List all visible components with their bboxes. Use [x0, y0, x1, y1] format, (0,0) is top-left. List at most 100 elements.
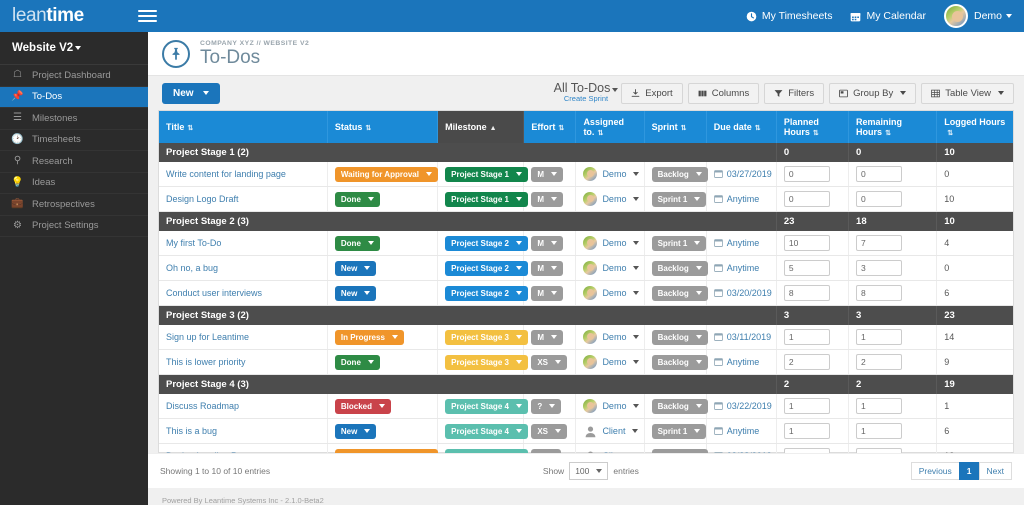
todo-title-link[interactable]: My first To-Do: [166, 238, 221, 248]
create-sprint-link[interactable]: Create Sprint: [554, 94, 619, 103]
milestone-badge[interactable]: Project Stage 2: [445, 285, 528, 301]
sprint-badge[interactable]: Sprint 1: [651, 423, 707, 439]
remaining-hours-input[interactable]: [856, 398, 903, 414]
sidebar-item-project-settings[interactable]: ⚙ Project Settings: [0, 216, 148, 237]
planned-hours-input[interactable]: [783, 166, 830, 182]
effort-badge[interactable]: M: [531, 260, 563, 276]
effort-badge[interactable]: XS: [531, 354, 567, 370]
filters-button[interactable]: Filters: [764, 82, 825, 104]
milestone-badge[interactable]: Project Stage 1: [445, 191, 528, 207]
effort-badge[interactable]: M: [531, 191, 563, 207]
due-date-link[interactable]: 03/22/2019: [713, 401, 772, 412]
sidebar-item-milestones[interactable]: ☰ Milestones: [0, 108, 148, 130]
todo-title-link[interactable]: This is a bug: [166, 426, 217, 436]
assignee-wrap[interactable]: Demo: [583, 261, 640, 275]
column-header-planned-hours[interactable]: Planned Hours ⇅: [776, 111, 850, 143]
milestone-badge[interactable]: Project Stage 2: [445, 235, 528, 251]
sprint-badge[interactable]: Backlog: [651, 354, 708, 370]
remaining-hours-input[interactable]: [856, 166, 903, 182]
my-calendar-link[interactable]: My Calendar: [850, 10, 926, 22]
hamburger-icon[interactable]: [138, 10, 157, 22]
effort-badge[interactable]: ?: [531, 398, 562, 414]
entries-select[interactable]: 100: [569, 462, 609, 480]
column-header-assigned-to[interactable]: Assigned to. ⇅: [575, 111, 645, 143]
todo-title-link[interactable]: Design Logo Draft: [166, 194, 239, 204]
sidebar-item-retrospectives[interactable]: 💼 Retrospectives: [0, 194, 148, 216]
assignee-wrap[interactable]: Demo: [583, 330, 640, 344]
status-badge[interactable]: New: [334, 285, 377, 301]
effort-badge[interactable]: M: [531, 285, 563, 301]
planned-hours-input[interactable]: [783, 285, 830, 301]
planned-hours-input[interactable]: [783, 235, 830, 251]
column-header-milestone[interactable]: Milestone ▲: [437, 111, 525, 143]
assignee-wrap[interactable]: Demo: [583, 286, 640, 300]
todo-title-link[interactable]: Write content for landing page: [166, 169, 286, 179]
due-date-link[interactable]: Anytime: [713, 238, 769, 249]
assignee-wrap[interactable]: Demo: [583, 355, 640, 369]
milestone-badge[interactable]: Project Stage 3: [445, 329, 528, 345]
sidebar-item-timesheets[interactable]: 🕑 Timesheets: [0, 130, 148, 151]
due-date-link[interactable]: Anytime: [713, 357, 769, 368]
status-badge[interactable]: Done: [334, 354, 380, 370]
effort-badge[interactable]: M: [531, 329, 563, 345]
milestone-badge[interactable]: Project Stage 2: [445, 260, 528, 276]
app-logo[interactable]: leantime: [0, 5, 120, 27]
pagination-next[interactable]: Next: [978, 462, 1012, 480]
planned-hours-input[interactable]: [783, 423, 830, 439]
due-date-link[interactable]: Anytime: [713, 194, 769, 205]
milestone-badge[interactable]: Project Stage 4: [445, 398, 528, 414]
assignee-wrap[interactable]: Client: [583, 424, 639, 438]
effort-badge[interactable]: XS: [531, 423, 567, 439]
status-badge[interactable]: Waiting for Approval: [334, 166, 438, 182]
status-badge[interactable]: In Progress: [334, 329, 404, 345]
sidebar-item-project-dashboard[interactable]: ☖ Project Dashboard: [0, 65, 148, 87]
remaining-hours-input[interactable]: [856, 423, 903, 439]
column-header-sprint[interactable]: Sprint ⇅: [644, 111, 707, 143]
sprint-badge[interactable]: Backlog: [651, 260, 708, 276]
column-header-status[interactable]: Status ⇅: [327, 111, 439, 143]
pagination-page-1[interactable]: 1: [958, 462, 980, 480]
effort-badge[interactable]: M: [531, 235, 563, 251]
todo-title-link[interactable]: Oh no, a bug: [166, 263, 218, 273]
project-selector[interactable]: Website V2: [0, 32, 148, 64]
sprint-badge[interactable]: Backlog: [651, 285, 708, 301]
todo-filter-dropdown[interactable]: All To-Dos: [554, 81, 619, 95]
milestone-badge[interactable]: Project Stage 1: [445, 166, 528, 182]
assignee-wrap[interactable]: Demo: [583, 399, 640, 413]
status-badge[interactable]: Done: [334, 191, 380, 207]
due-date-link[interactable]: Anytime: [713, 426, 769, 437]
assignee-wrap[interactable]: Demo: [583, 236, 640, 250]
assignee-wrap[interactable]: Demo: [583, 192, 640, 206]
assignee-wrap[interactable]: Demo: [583, 167, 640, 181]
planned-hours-input[interactable]: [783, 191, 830, 207]
effort-badge[interactable]: M: [531, 166, 563, 182]
sidebar-item-ideas[interactable]: 💡 Ideas: [0, 173, 148, 194]
planned-hours-input[interactable]: [783, 329, 830, 345]
todo-title-link[interactable]: Conduct user interviews: [166, 288, 262, 298]
due-date-link[interactable]: 03/27/2019: [713, 169, 772, 180]
due-date-link[interactable]: Anytime: [713, 263, 769, 274]
sprint-badge[interactable]: Backlog: [651, 329, 708, 345]
pagination-previous[interactable]: Previous: [910, 462, 960, 480]
todo-title-link[interactable]: Discuss Roadmap: [166, 401, 239, 411]
planned-hours-input[interactable]: [783, 260, 830, 276]
column-header-due-date[interactable]: Due date ⇅: [706, 111, 777, 143]
remaining-hours-input[interactable]: [856, 191, 903, 207]
user-menu[interactable]: Demo: [943, 4, 1012, 28]
column-header-effort[interactable]: Effort ⇅: [523, 111, 577, 143]
my-timesheets-link[interactable]: My Timesheets: [746, 10, 832, 22]
column-header-logged-hours[interactable]: Logged Hours ⇅: [936, 111, 1013, 143]
remaining-hours-input[interactable]: [856, 285, 903, 301]
due-date-link[interactable]: 03/11/2019: [713, 332, 771, 343]
column-header-remaining-hours[interactable]: Remaining Hours ⇅: [848, 111, 938, 143]
table-view-button[interactable]: Table View: [921, 82, 1014, 104]
remaining-hours-input[interactable]: [856, 354, 903, 370]
export-button[interactable]: Export: [621, 82, 683, 104]
milestone-badge[interactable]: Project Stage 4: [445, 423, 528, 439]
sidebar-item-to-dos[interactable]: 📌 To-Dos: [0, 86, 148, 108]
status-badge[interactable]: New: [334, 423, 377, 439]
remaining-hours-input[interactable]: [856, 260, 903, 276]
remaining-hours-input[interactable]: [856, 235, 903, 251]
planned-hours-input[interactable]: [783, 354, 830, 370]
sprint-badge[interactable]: Sprint 1: [651, 235, 707, 251]
